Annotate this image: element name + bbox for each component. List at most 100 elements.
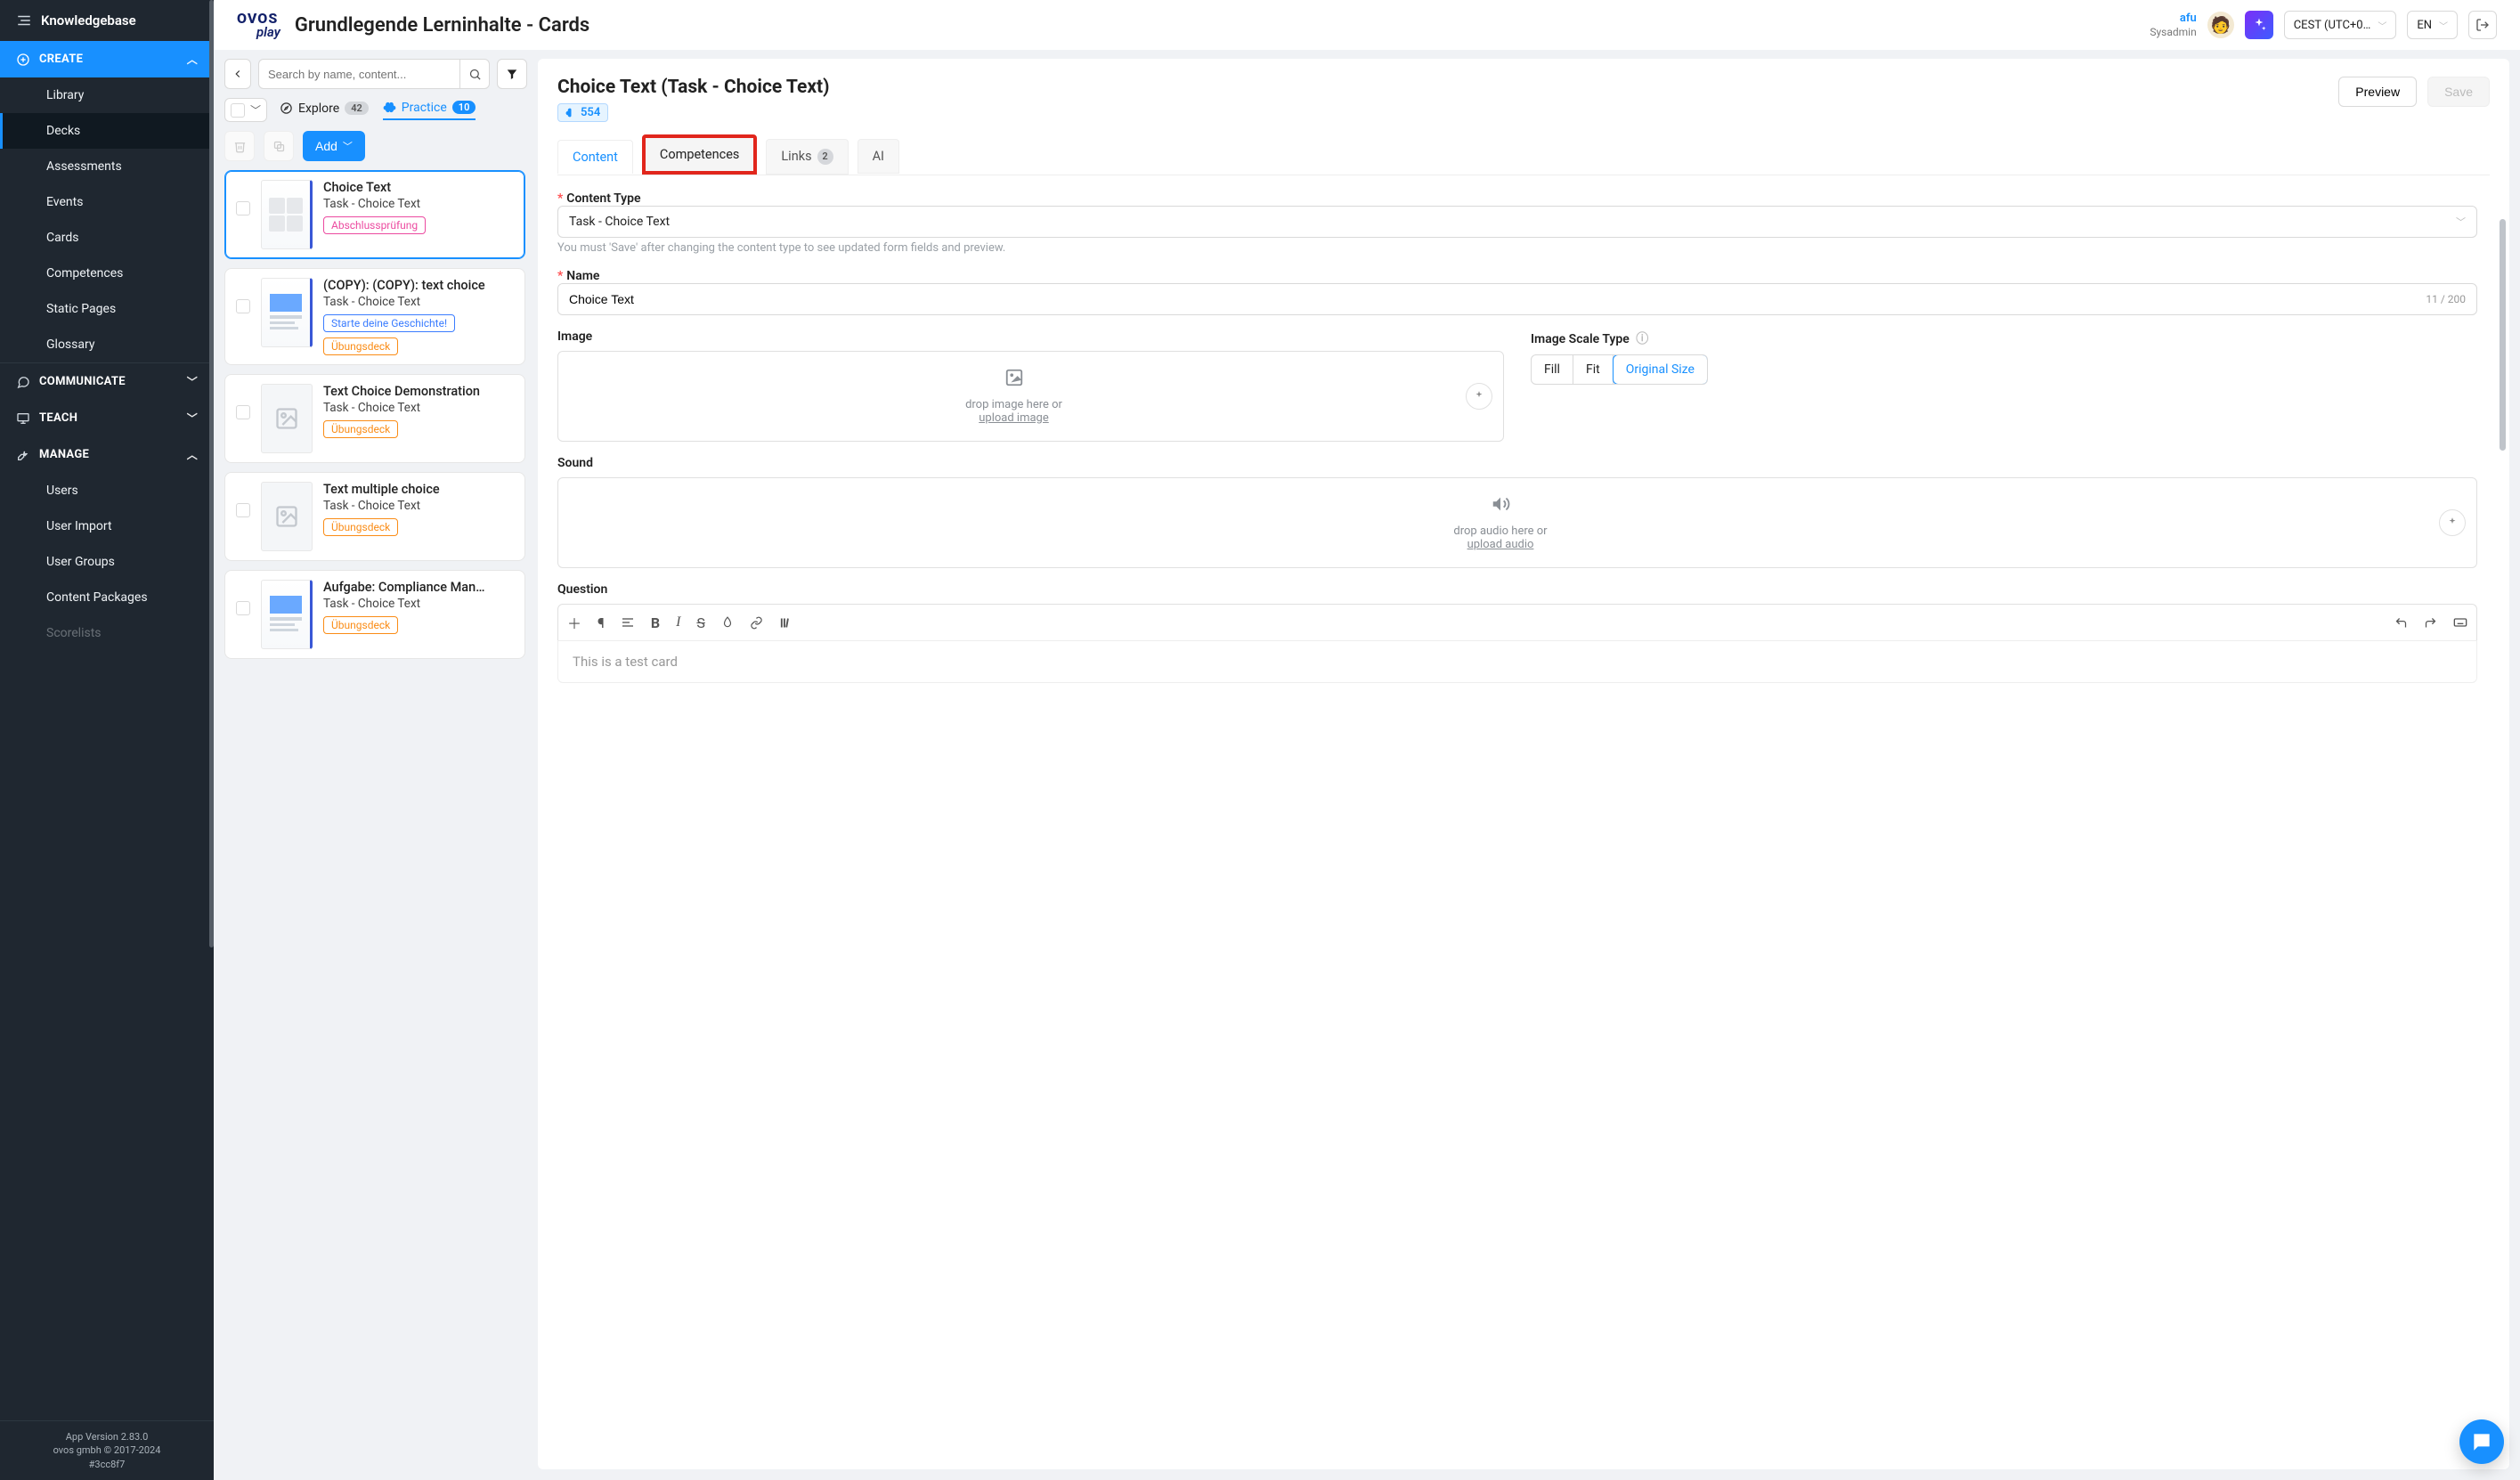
tab-ai[interactable]: AI (858, 139, 899, 174)
scale-original[interactable]: Original Size (1613, 354, 1708, 385)
tab-content[interactable]: Content (557, 140, 633, 174)
timezone-dropdown[interactable]: CEST (UTC+0… ﹀ (2284, 11, 2397, 39)
search-button[interactable] (459, 59, 490, 89)
upload-audio-link[interactable]: upload audio (1467, 538, 1534, 551)
editor-redo-icon[interactable] (2424, 616, 2437, 630)
chevron-down-icon: ﹀ (187, 411, 198, 426)
image-dropzone[interactable]: drop image here or upload image (557, 351, 1504, 442)
card-list-panel: ﹀ Explore 42 (224, 59, 527, 1469)
links-count: 2 (817, 149, 833, 165)
upload-image-link[interactable]: upload image (979, 411, 1049, 425)
sidebar-section-communicate[interactable]: COMMUNICATE ﹀ (0, 363, 214, 400)
card-checkbox[interactable] (236, 503, 250, 517)
sidebar-item-cards[interactable]: Cards (0, 220, 214, 256)
select-all[interactable]: ﹀ (224, 98, 267, 122)
sidebar: Knowledgebase CREATE ︿ Library Decks Ass… (0, 0, 214, 1480)
brain-icon (383, 101, 396, 114)
chevron-down-icon: ﹀ (2456, 215, 2466, 229)
card-subtitle: Task - Choice Text (323, 597, 514, 611)
image-ai-action[interactable] (1466, 383, 1492, 410)
sidebar-section-manage[interactable]: MANAGE ︿ (0, 436, 214, 473)
detail-title: Choice Text (Task - Choice Text) (557, 77, 830, 98)
sidebar-item-assessments[interactable]: Assessments (0, 149, 214, 184)
scale-fit[interactable]: Fit (1573, 355, 1614, 384)
editor-toolbar: ＋ ¶ B I S (557, 604, 2477, 640)
card-subtitle: Task - Choice Text (323, 197, 514, 211)
sidebar-scrollbar-thumb[interactable] (209, 0, 214, 947)
scale-fill[interactable]: Fill (1532, 355, 1573, 384)
card-checkbox[interactable] (236, 601, 250, 615)
card-item[interactable]: Aufgabe: Compliance Man…Task - Choice Te… (224, 570, 525, 659)
tab-competences[interactable]: Competences (642, 134, 757, 175)
sidebar-item-static-pages[interactable]: Static Pages (0, 291, 214, 327)
language-dropdown[interactable]: EN ﹀ (2407, 11, 2458, 39)
editor-add-icon[interactable]: ＋ (567, 612, 581, 633)
sidebar-item-competences[interactable]: Competences (0, 256, 214, 291)
logout-button[interactable] (2468, 11, 2497, 39)
sound-dropzone[interactable]: drop audio here or upload audio (557, 477, 2477, 568)
sidebar-title: Knowledgebase (41, 12, 136, 28)
editor-link-icon[interactable] (750, 616, 763, 630)
editor-keyboard-icon[interactable] (2453, 615, 2467, 630)
chevron-down-icon: ﹀ (187, 374, 198, 389)
sidebar-item-user-import[interactable]: User Import (0, 508, 214, 544)
editor-library-icon[interactable] (779, 616, 793, 630)
user-block[interactable]: afu Sysadmin (2150, 12, 2196, 38)
presentation-icon (16, 411, 30, 426)
back-button[interactable] (224, 59, 251, 89)
card-checkbox[interactable] (236, 299, 250, 313)
card-item[interactable]: Text multiple choiceTask - Choice TextÜb… (224, 472, 525, 561)
sidebar-item-library[interactable]: Library (0, 77, 214, 113)
card-item[interactable]: Text Choice DemonstrationTask - Choice T… (224, 374, 525, 463)
preview-button[interactable]: Preview (2338, 77, 2417, 107)
editor-paragraph-icon[interactable]: ¶ (597, 614, 605, 631)
card-list[interactable]: Choice TextTask - Choice TextAbschlusspr… (224, 170, 527, 1469)
chevron-down-icon: ﹀ (2378, 19, 2386, 32)
copyright: ovos gmbh © 2017-2024 (5, 1443, 208, 1457)
app-version: App Version 2.83.0 (5, 1430, 208, 1443)
wrench-icon (16, 448, 30, 462)
search-input[interactable] (258, 59, 459, 89)
sidebar-item-users[interactable]: Users (0, 473, 214, 508)
image-label: Image (557, 329, 1504, 344)
intercom-launcher[interactable] (2459, 1419, 2504, 1464)
chevron-down-icon: ﹀ (250, 102, 261, 118)
checkbox[interactable] (231, 103, 245, 118)
editor-body[interactable]: This is a test card (557, 640, 2477, 683)
card-checkbox[interactable] (236, 405, 250, 419)
avatar[interactable]: 🧑 (2207, 12, 2234, 38)
editor-strike-icon[interactable]: S (696, 614, 705, 631)
sound-label: Sound (557, 456, 2477, 470)
detail-scrollbar[interactable] (2500, 219, 2506, 451)
detail-tabs: Content Competences Links 2 AI (557, 138, 2490, 175)
sidebar-scrollbar[interactable] (208, 0, 214, 1480)
sound-ai-action[interactable] (2439, 509, 2466, 536)
mode-practice[interactable]: Practice 10 (383, 101, 476, 120)
tab-links[interactable]: Links 2 (766, 139, 848, 175)
filter-button[interactable] (497, 59, 527, 89)
editor-bold-icon[interactable]: B (651, 614, 660, 631)
ai-sparkle-button[interactable] (2245, 11, 2273, 39)
mode-explore[interactable]: Explore 42 (280, 102, 369, 119)
content-type-select[interactable]: Task - Choice Text ﹀ (557, 206, 2477, 238)
editor-undo-icon[interactable] (2394, 616, 2408, 630)
sidebar-item-glossary[interactable]: Glossary (0, 327, 214, 362)
sidebar-item-events[interactable]: Events (0, 184, 214, 220)
editor-italic-icon[interactable]: I (676, 614, 680, 630)
sidebar-section-create[interactable]: CREATE ︿ (0, 41, 214, 77)
topbar: OVOS play Grundlegende Lerninhalte - Car… (214, 0, 2520, 50)
sidebar-item-user-groups[interactable]: User Groups (0, 544, 214, 580)
card-subtitle: Task - Choice Text (323, 499, 514, 513)
editor-ink-icon[interactable] (721, 616, 734, 629)
card-item[interactable]: (COPY): (COPY): text choiceTask - Choice… (224, 268, 525, 365)
sidebar-item-content-packages[interactable]: Content Packages (0, 580, 214, 615)
add-button[interactable]: Add ﹀ (303, 131, 365, 161)
sidebar-item-decks[interactable]: Decks (0, 113, 214, 149)
card-checkbox[interactable] (236, 201, 250, 215)
editor-align-icon[interactable] (621, 615, 635, 630)
sidebar-item-scorelists[interactable]: Scorelists (0, 615, 214, 651)
sidebar-section-teach[interactable]: TEACH ﹀ (0, 400, 214, 436)
card-item[interactable]: Choice TextTask - Choice TextAbschlusspr… (224, 170, 525, 259)
card-tag: Übungsdeck (323, 420, 398, 438)
name-input[interactable] (558, 284, 2415, 314)
